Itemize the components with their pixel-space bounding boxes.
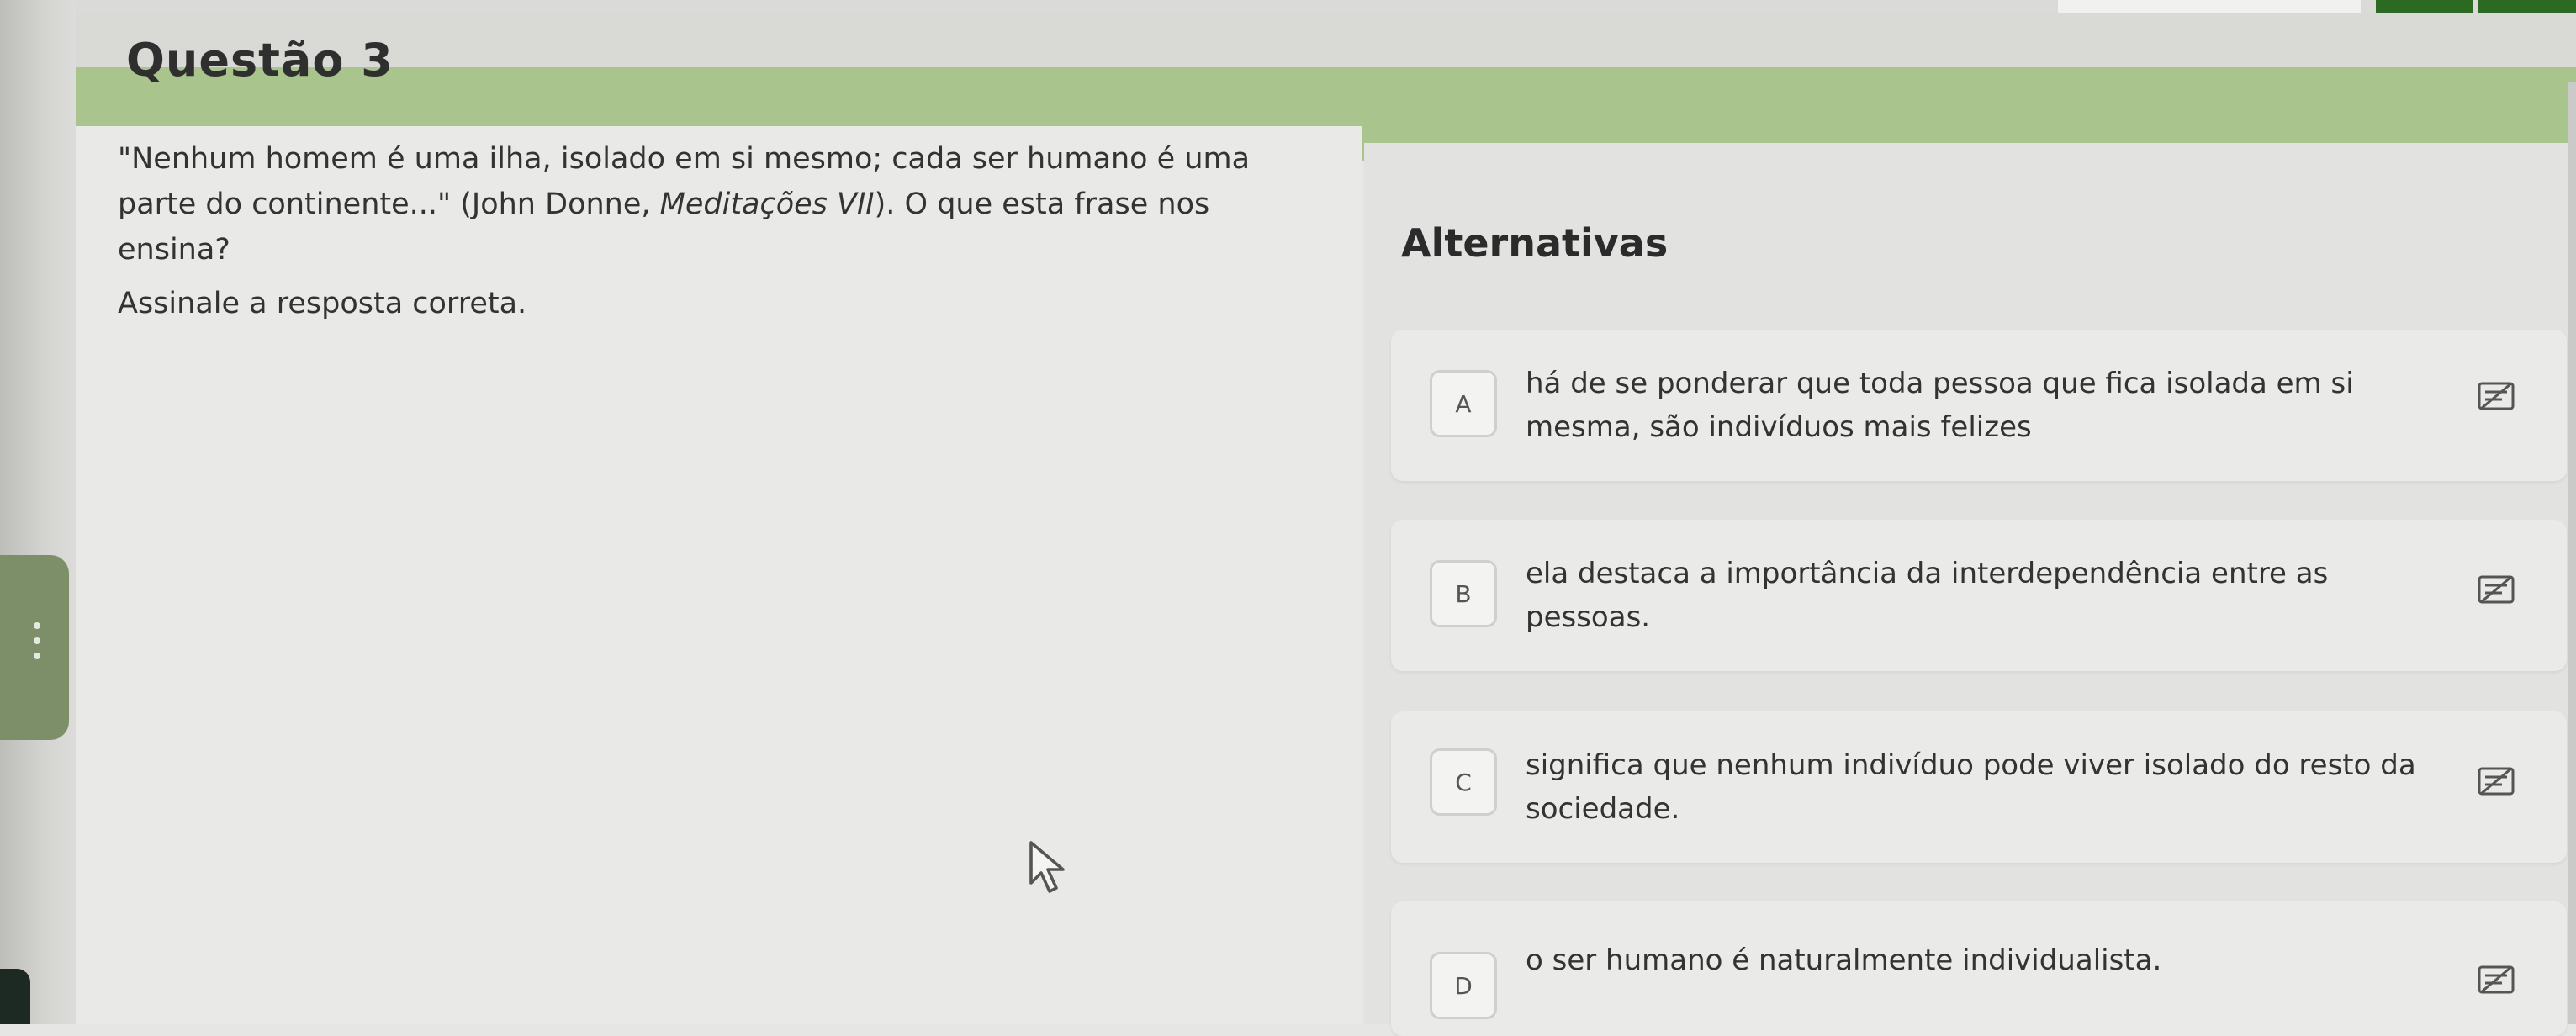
option-text: o ser humano é naturalmente individualis… (1526, 938, 2434, 982)
alternatives-panel: Alternativas A há de se ponderar que tod… (1364, 143, 2576, 1036)
alternative-option-c[interactable]: C significa que nenhum indivíduo pode vi… (1391, 711, 2567, 863)
option-letter-badge: A (1430, 370, 1497, 437)
strike-through-icon[interactable] (2478, 965, 2515, 994)
left-background-strip (0, 0, 76, 1024)
option-text: ela destaca a importância da interdepend… (1526, 552, 2434, 639)
question-instruction: Assinale a resposta correta. (118, 287, 527, 320)
question-text-segment: parte do continente..." (John Donne, (118, 188, 660, 221)
question-title: Questão 3 (126, 34, 394, 87)
option-letter-badge: C (1430, 748, 1497, 816)
corner-button[interactable] (0, 969, 30, 1024)
question-statement: "Nenhum homem é uma ilha, isolado em si … (118, 136, 1362, 326)
strike-through-icon[interactable] (2478, 382, 2515, 410)
strike-through-icon[interactable] (2478, 575, 2515, 604)
alternative-option-b[interactable]: B ela destaca a importância da interdepe… (1391, 520, 2567, 671)
option-text-line: sociedade. (1526, 792, 1680, 826)
option-text-line: ela destaca a importância da interdepend… (1526, 557, 2329, 590)
scrollbar-track[interactable] (2568, 82, 2576, 1024)
option-text-line: mesma, são indivíduos mais felizes (1526, 410, 2032, 444)
option-letter-badge: D (1430, 952, 1497, 1019)
strike-through-icon[interactable] (2478, 767, 2515, 796)
option-text-line: o ser humano é naturalmente individualis… (1526, 944, 2162, 977)
drag-dots-icon (34, 622, 40, 659)
alternative-option-a[interactable]: A há de se ponderar que toda pessoa que … (1391, 330, 2567, 481)
alternatives-title: Alternativas (1401, 220, 1669, 266)
question-text-line: "Nenhum homem é uma ilha, isolado em si … (118, 142, 1251, 176)
question-text-line: ensina? (118, 233, 230, 267)
alternative-option-d[interactable]: D o ser humano é naturalmente individual… (1391, 901, 2567, 1036)
quoted-work-title: Meditações VII (659, 188, 875, 221)
option-letter-badge: B (1430, 560, 1497, 627)
option-text-line: há de se ponderar que toda pessoa que fi… (1526, 367, 2354, 400)
mouse-cursor-icon (1029, 841, 1065, 893)
question-text-segment: ). O que esta frase nos (874, 188, 1210, 221)
question-text-line: parte do continente..." (John Donne, Med… (118, 182, 1362, 227)
option-text: há de se ponderar que toda pessoa que fi… (1526, 362, 2434, 449)
option-text-line: significa que nenhum indivíduo pode vive… (1526, 748, 2416, 782)
question-panel: "Nenhum homem é uma ilha, isolado em si … (76, 126, 1362, 1024)
option-text-line: pessoas. (1526, 600, 1651, 634)
header-title-strip (76, 13, 2576, 67)
option-text: significa que nenhum indivíduo pode vive… (1526, 743, 2434, 831)
